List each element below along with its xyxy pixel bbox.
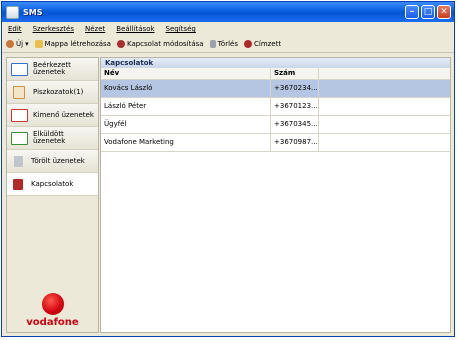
- chevron-down-icon[interactable]: ▾: [25, 40, 29, 48]
- delete-button[interactable]: Törlés: [209, 40, 238, 48]
- trash-icon: [209, 40, 216, 48]
- contact-name: Kovács László: [101, 80, 271, 97]
- table-row[interactable]: Ügyfél +3670345...: [101, 116, 450, 134]
- table-header: Név Szám: [101, 68, 450, 80]
- sent-icon: [11, 131, 28, 145]
- table-row[interactable]: Kovács László +3670234...: [101, 80, 450, 98]
- sidebar-item-deleted[interactable]: Törölt üzenetek: [7, 150, 98, 173]
- panel-title: Kapcsolatok: [101, 58, 450, 68]
- menu-nezet[interactable]: Nézet: [85, 25, 105, 33]
- contact-number: +3670987...: [271, 134, 319, 151]
- sidebar-item-outbox[interactable]: Kimenő üzenetek: [7, 104, 98, 127]
- app-icon: [6, 5, 19, 19]
- person-edit-icon: [116, 40, 125, 48]
- contact-number: +3670123...: [271, 98, 319, 115]
- maximize-button[interactable]: □: [421, 5, 435, 19]
- folder-icon: [34, 40, 43, 48]
- new-folder-button[interactable]: Mappa létrehozása: [34, 40, 111, 48]
- new-button[interactable]: Új ▾: [6, 40, 29, 48]
- contacts-icon: [13, 178, 23, 190]
- person-icon: [243, 40, 252, 48]
- recipient-button[interactable]: Címzett: [243, 40, 281, 48]
- contact-name: Vodafone Marketing: [101, 134, 271, 151]
- sidebar-item-inbox[interactable]: Beérkezett üzenetek: [7, 58, 98, 81]
- vodafone-logo-icon: [41, 293, 64, 315]
- menu-beallitasok[interactable]: Beállítások: [116, 25, 154, 33]
- person-icon: [6, 40, 14, 48]
- contact-name: Ügyfél: [101, 116, 271, 133]
- menu-edit[interactable]: Edit: [8, 25, 22, 33]
- contact-number: +3670345...: [271, 116, 319, 133]
- sidebar-item-drafts[interactable]: Piszkozatok(1): [7, 81, 98, 104]
- outbox-icon: [11, 108, 28, 122]
- menu-bar: Edit Szerkesztés Nézet Beállítások Segít…: [2, 22, 454, 36]
- window-title: SMS: [23, 7, 43, 17]
- menu-segitseg[interactable]: Segítség: [166, 25, 196, 33]
- folder-sidebar: Beérkezett üzenetek Piszkozatok(1) Kimen…: [6, 57, 99, 333]
- vodafone-logo: vodafone: [7, 293, 98, 328]
- sidebar-item-contacts[interactable]: Kapcsolatok: [7, 173, 98, 196]
- menu-szerkesztes[interactable]: Szerkesztés: [33, 25, 74, 33]
- close-button[interactable]: ✕: [437, 5, 451, 19]
- column-header-name[interactable]: Név: [101, 68, 271, 79]
- edit-contact-button[interactable]: Kapcsolat módosítása: [116, 40, 204, 48]
- drafts-icon: [13, 85, 25, 99]
- table-row[interactable]: László Péter +3670123...: [101, 98, 450, 116]
- title-bar[interactable]: SMS – □ ✕: [2, 2, 454, 22]
- minimize-button[interactable]: –: [405, 5, 419, 19]
- table-row[interactable]: Vodafone Marketing +3670987...: [101, 134, 450, 152]
- toolbar: Új ▾ Mappa létrehozása Kapcsolat módosít…: [2, 36, 454, 53]
- sidebar-item-sent[interactable]: Elküldött üzenetek: [7, 127, 98, 150]
- contact-name: László Péter: [101, 98, 271, 115]
- trash-icon: [14, 155, 23, 167]
- contacts-panel: Kapcsolatok Név Szám Kovács László +3670…: [100, 57, 451, 333]
- contact-number: +3670234...: [271, 80, 319, 97]
- inbox-icon: [11, 62, 28, 76]
- column-header-number[interactable]: Szám: [271, 68, 319, 79]
